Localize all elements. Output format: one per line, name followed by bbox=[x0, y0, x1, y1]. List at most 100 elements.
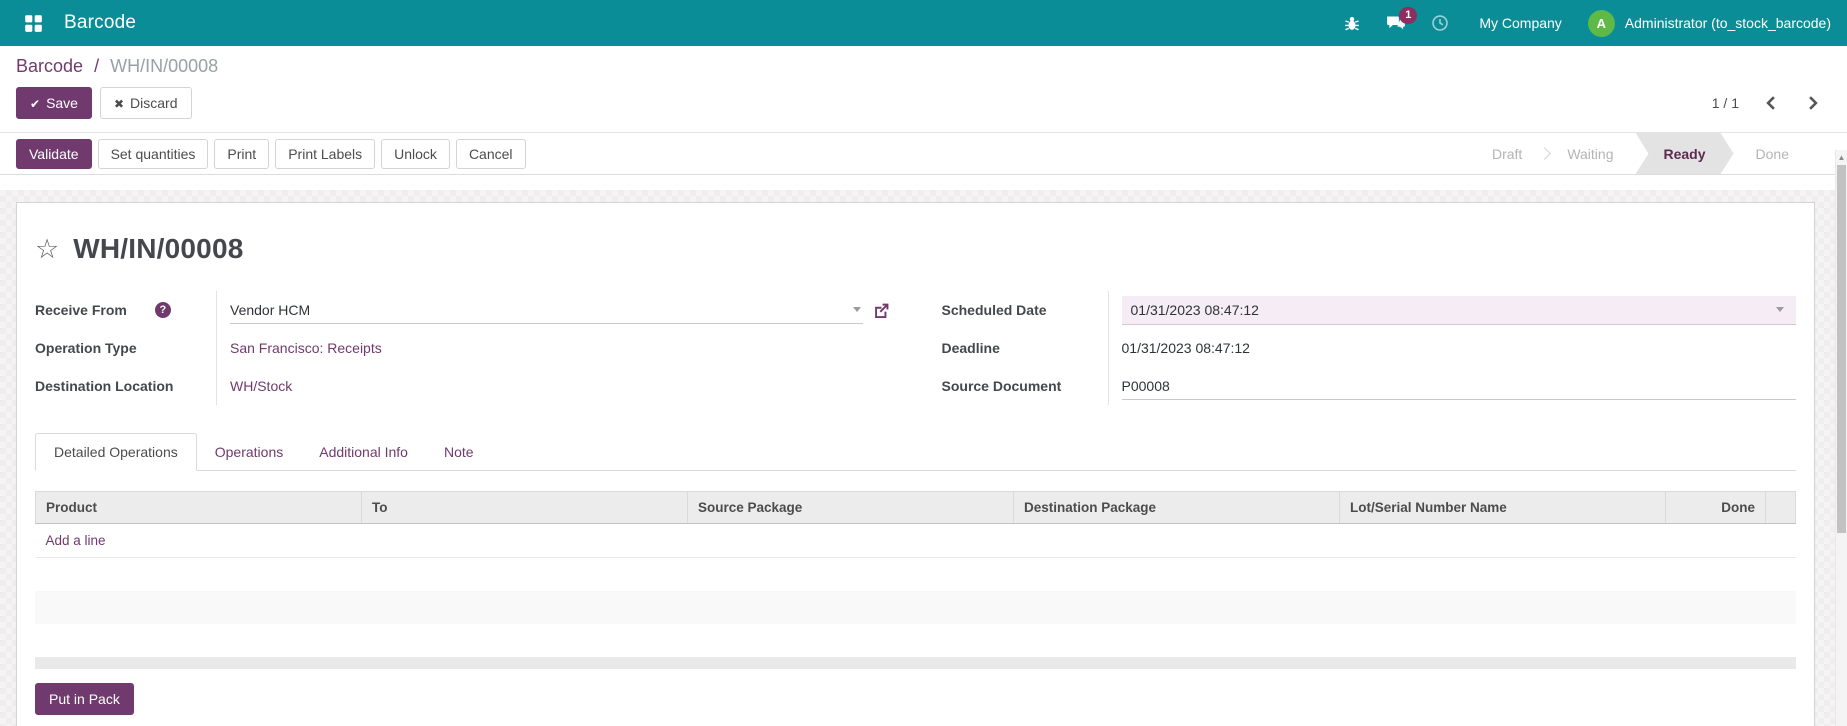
title-row: ☆ WH/IN/00008 bbox=[35, 233, 1796, 265]
save-button[interactable]: ✔Save bbox=[16, 87, 92, 119]
receive-from-value-cell: Vendor HCM bbox=[216, 291, 890, 329]
column-header-source-package[interactable]: Source Package bbox=[688, 492, 1014, 524]
app-window: Barcode 1 My Company A Administrator (to… bbox=[0, 0, 1847, 726]
field-group-right: Scheduled Date 01/31/2023 08:47:12 Deadl… bbox=[942, 291, 1797, 405]
dropdown-caret-icon[interactable] bbox=[853, 307, 861, 312]
column-header-destination-package[interactable]: Destination Package bbox=[1014, 492, 1340, 524]
empty-list-row bbox=[35, 558, 1796, 591]
field-row-source-document: Source Document P00008 bbox=[942, 367, 1797, 405]
user-avatar[interactable]: A bbox=[1588, 10, 1615, 37]
clock-icon bbox=[1431, 14, 1449, 32]
bug-icon bbox=[1343, 14, 1361, 32]
column-header-to[interactable]: To bbox=[362, 492, 688, 524]
unlock-button[interactable]: Unlock bbox=[381, 139, 450, 169]
top-navbar: Barcode 1 My Company A Administrator (to… bbox=[0, 0, 1847, 46]
source-document-value-cell: P00008 bbox=[1108, 367, 1797, 405]
validate-button[interactable]: Validate bbox=[16, 139, 92, 169]
destination-location-value-cell: WH/Stock bbox=[216, 367, 890, 405]
discard-button[interactable]: ✖Discard bbox=[100, 87, 192, 119]
tab-note[interactable]: Note bbox=[426, 434, 492, 470]
list-end-bar bbox=[35, 657, 1796, 669]
deadline-label: Deadline bbox=[942, 340, 1108, 356]
messages-button[interactable]: 1 bbox=[1379, 6, 1413, 40]
receive-from-input[interactable]: Vendor HCM bbox=[230, 297, 863, 324]
tab-operations[interactable]: Operations bbox=[197, 434, 301, 470]
detailed-operations-table: Product To Source Package Destination Pa… bbox=[35, 491, 1796, 558]
operation-type-label: Operation Type bbox=[35, 340, 216, 356]
check-icon: ✔ bbox=[30, 97, 40, 111]
destination-location-label: Destination Location bbox=[35, 378, 216, 394]
scheduled-date-label: Scheduled Date bbox=[942, 302, 1108, 318]
destination-location-link[interactable]: WH/Stock bbox=[230, 378, 292, 394]
control-panel-actions: ✔Save ✖Discard 1 / 1 bbox=[16, 87, 1823, 132]
breadcrumb-current: WH/IN/00008 bbox=[110, 56, 218, 76]
pager-value: 1 / 1 bbox=[1712, 95, 1739, 111]
tab-additional-info[interactable]: Additional Info bbox=[301, 434, 426, 470]
field-row-scheduled-date: Scheduled Date 01/31/2023 08:47:12 bbox=[942, 291, 1797, 329]
form-sheet: ☆ WH/IN/00008 Receive From ? Ve bbox=[16, 202, 1815, 726]
add-line-row: Add a line bbox=[36, 524, 1796, 558]
stage-draft[interactable]: Draft bbox=[1470, 133, 1544, 174]
field-groups: Receive From ? Vendor HCM bbox=[35, 291, 1796, 405]
activities-button[interactable] bbox=[1423, 6, 1457, 40]
field-group-left: Receive From ? Vendor HCM bbox=[35, 291, 890, 405]
column-header-product[interactable]: Product bbox=[36, 492, 362, 524]
add-a-line-link[interactable]: Add a line bbox=[46, 533, 106, 548]
empty-list-row bbox=[35, 591, 1796, 624]
close-icon: ✖ bbox=[114, 97, 124, 111]
company-switcher[interactable]: My Company bbox=[1479, 15, 1561, 31]
column-header-lot-serial[interactable]: Lot/Serial Number Name bbox=[1340, 492, 1666, 524]
form-statusbar: Validate Set quantities Print Print Labe… bbox=[0, 133, 1847, 175]
breadcrumb-parent-link[interactable]: Barcode bbox=[16, 56, 83, 76]
column-header-trailing bbox=[1766, 492, 1796, 524]
put-in-pack-button[interactable]: Put in Pack bbox=[35, 683, 134, 715]
pager-next-button[interactable] bbox=[1803, 92, 1823, 114]
scheduled-date-input[interactable]: 01/31/2023 08:47:12 bbox=[1122, 296, 1797, 325]
messages-count-badge: 1 bbox=[1399, 7, 1417, 24]
deadline-value: 01/31/2023 08:47:12 bbox=[1108, 329, 1797, 367]
control-panel: Barcode / WH/IN/00008 ✔Save ✖Discard 1 /… bbox=[0, 46, 1847, 132]
notebook-tabs: Detailed Operations Operations Additiona… bbox=[35, 433, 1796, 471]
field-row-destination-location: Destination Location WH/Stock bbox=[35, 367, 890, 405]
external-link-icon[interactable] bbox=[873, 302, 890, 319]
status-pipeline: Draft Waiting Ready Done bbox=[1470, 133, 1811, 174]
help-icon[interactable]: ? bbox=[155, 302, 171, 318]
field-row-receive-from: Receive From ? Vendor HCM bbox=[35, 291, 890, 329]
stage-waiting[interactable]: Waiting bbox=[1545, 133, 1635, 174]
record-title: WH/IN/00008 bbox=[73, 233, 243, 265]
chevron-right-icon bbox=[1807, 96, 1819, 110]
breadcrumb: Barcode / WH/IN/00008 bbox=[16, 56, 1823, 77]
receive-from-label: Receive From ? bbox=[35, 302, 216, 318]
print-labels-button[interactable]: Print Labels bbox=[275, 139, 375, 169]
dropdown-caret-icon bbox=[1776, 307, 1784, 312]
apps-grid-icon bbox=[24, 14, 43, 33]
table-header-row: Product To Source Package Destination Pa… bbox=[36, 492, 1796, 524]
stage-ready[interactable]: Ready bbox=[1636, 133, 1734, 174]
debug-menu-button[interactable] bbox=[1335, 6, 1369, 40]
app-title[interactable]: Barcode bbox=[64, 12, 136, 34]
scrollbar-up-arrow-icon[interactable]: ▲ bbox=[1836, 150, 1847, 164]
empty-list-row bbox=[35, 624, 1796, 657]
source-document-input[interactable]: P00008 bbox=[1122, 373, 1797, 400]
content-area: ☆ WH/IN/00008 Receive From ? Ve bbox=[0, 190, 1835, 726]
breadcrumb-separator: / bbox=[94, 56, 99, 76]
scheduled-date-value-cell: 01/31/2023 08:47:12 bbox=[1108, 291, 1797, 329]
chevron-left-icon bbox=[1765, 96, 1777, 110]
operation-type-value-cell: San Francisco: Receipts bbox=[216, 329, 890, 367]
scrollbar-thumb[interactable] bbox=[1837, 165, 1846, 533]
favorite-star-icon[interactable]: ☆ bbox=[35, 236, 59, 263]
print-button[interactable]: Print bbox=[214, 139, 269, 169]
pager-previous-button[interactable] bbox=[1761, 92, 1781, 114]
operation-type-link[interactable]: San Francisco: Receipts bbox=[230, 340, 382, 356]
pager: 1 / 1 bbox=[1712, 92, 1823, 114]
vertical-scrollbar[interactable]: ▲ bbox=[1835, 150, 1847, 726]
cancel-button[interactable]: Cancel bbox=[456, 139, 526, 169]
field-row-deadline: Deadline 01/31/2023 08:47:12 bbox=[942, 329, 1797, 367]
apps-menu-button[interactable] bbox=[16, 6, 50, 40]
source-document-label: Source Document bbox=[942, 378, 1108, 394]
stage-done[interactable]: Done bbox=[1734, 133, 1811, 174]
user-menu[interactable]: Administrator (to_stock_barcode) bbox=[1625, 15, 1831, 31]
tab-detailed-operations[interactable]: Detailed Operations bbox=[35, 433, 197, 471]
set-quantities-button[interactable]: Set quantities bbox=[98, 139, 209, 169]
column-header-done[interactable]: Done bbox=[1666, 492, 1766, 524]
